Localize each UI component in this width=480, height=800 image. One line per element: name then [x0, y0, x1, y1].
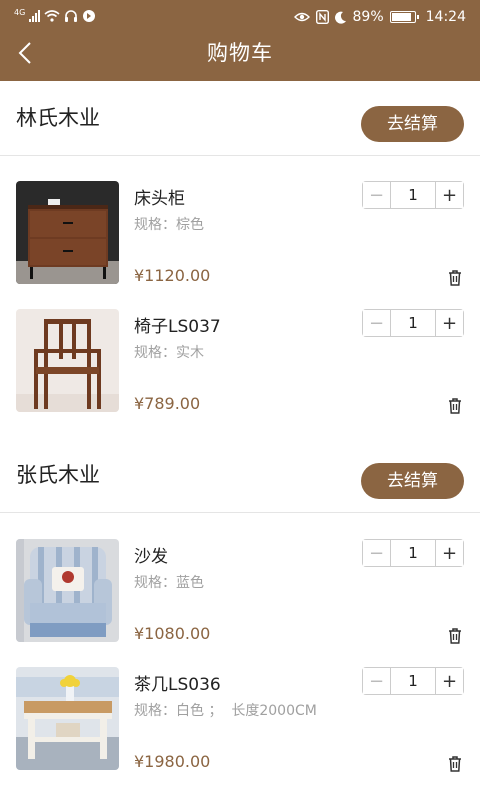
shop-header: 林氏木业 去结算 — [0, 81, 480, 156]
decrement-button[interactable]: − — [363, 668, 391, 694]
cart-item: 沙发 规格：蓝色 ¥1080.00 − 1 + — [0, 539, 480, 649]
moon-icon — [334, 11, 346, 24]
item-name: 沙发 — [134, 547, 168, 567]
item-price: ¥1120.00 — [134, 266, 211, 285]
headset-icon — [65, 10, 78, 22]
vpn-icon — [83, 10, 96, 22]
eye-icon — [293, 12, 310, 22]
cart-item: 椅子LS037 规格：实木 ¥789.00 − 1 + — [0, 309, 480, 419]
item-price: ¥789.00 — [134, 394, 201, 413]
quantity-stepper: − 1 + — [362, 309, 464, 337]
item-name: 床头柜 — [134, 189, 185, 209]
quantity-stepper: − 1 + — [362, 539, 464, 567]
page-title: 购物车 — [207, 41, 273, 65]
increment-button[interactable]: + — [435, 310, 463, 336]
increment-button[interactable]: + — [435, 540, 463, 566]
quantity-value[interactable]: 1 — [391, 182, 435, 208]
status-bar: 4G 89% 14:24 — [0, 0, 480, 36]
battery-icon — [389, 11, 419, 23]
shop-header: 张氏木业 去结算 — [0, 438, 480, 513]
quantity-stepper: − 1 + — [362, 667, 464, 695]
chair-image[interactable] — [16, 309, 119, 412]
trash-icon[interactable] — [446, 397, 464, 415]
nfc-icon — [315, 10, 329, 24]
shop-name: 林氏木业 — [16, 106, 100, 130]
decrement-button[interactable]: − — [363, 540, 391, 566]
battery-fill — [391, 13, 411, 21]
signal-icon — [29, 10, 41, 22]
trash-icon[interactable] — [446, 627, 464, 645]
coffee-table-image[interactable] — [16, 667, 119, 770]
item-name: 茶几LS036 — [134, 675, 221, 695]
item-spec: 规格：白色 ； 长度2000CM — [134, 703, 317, 719]
cart-item: 茶几LS036 规格：白色 ； 长度2000CM ¥1980.00 − 1 + — [0, 667, 480, 777]
increment-button[interactable]: + — [435, 668, 463, 694]
item-price: ¥1980.00 — [134, 752, 211, 771]
trash-icon[interactable] — [446, 755, 464, 773]
network-label: 4G — [14, 8, 26, 17]
status-left: 4G — [14, 9, 96, 23]
top-bar: 4G 89% 14:24 购物车 — [0, 0, 480, 81]
wifi-icon — [44, 10, 60, 22]
item-spec: 规格：棕色 — [134, 217, 204, 233]
status-right: 89% 14:24 — [293, 9, 466, 25]
battery-percent: 89% — [352, 9, 384, 25]
increment-button[interactable]: + — [435, 182, 463, 208]
shop-name: 张氏木业 — [16, 463, 100, 487]
cart-item: 床头柜 规格：棕色 ¥1120.00 − 1 + — [0, 181, 480, 291]
quantity-value[interactable]: 1 — [391, 310, 435, 336]
item-price: ¥1080.00 — [134, 624, 211, 643]
checkout-button[interactable]: 去结算 — [361, 106, 464, 142]
trash-icon[interactable] — [446, 269, 464, 287]
quantity-value[interactable]: 1 — [391, 668, 435, 694]
quantity-stepper: − 1 + — [362, 181, 464, 209]
decrement-button[interactable]: − — [363, 182, 391, 208]
sofa-image[interactable] — [16, 539, 119, 642]
checkout-button[interactable]: 去结算 — [361, 463, 464, 499]
nightstand-image[interactable] — [16, 181, 119, 284]
quantity-value[interactable]: 1 — [391, 540, 435, 566]
item-spec: 规格：蓝色 — [134, 575, 204, 591]
decrement-button[interactable]: − — [363, 310, 391, 336]
clock: 14:24 — [425, 9, 466, 25]
item-name: 椅子LS037 — [134, 317, 221, 337]
item-spec: 规格：实木 — [134, 345, 204, 361]
